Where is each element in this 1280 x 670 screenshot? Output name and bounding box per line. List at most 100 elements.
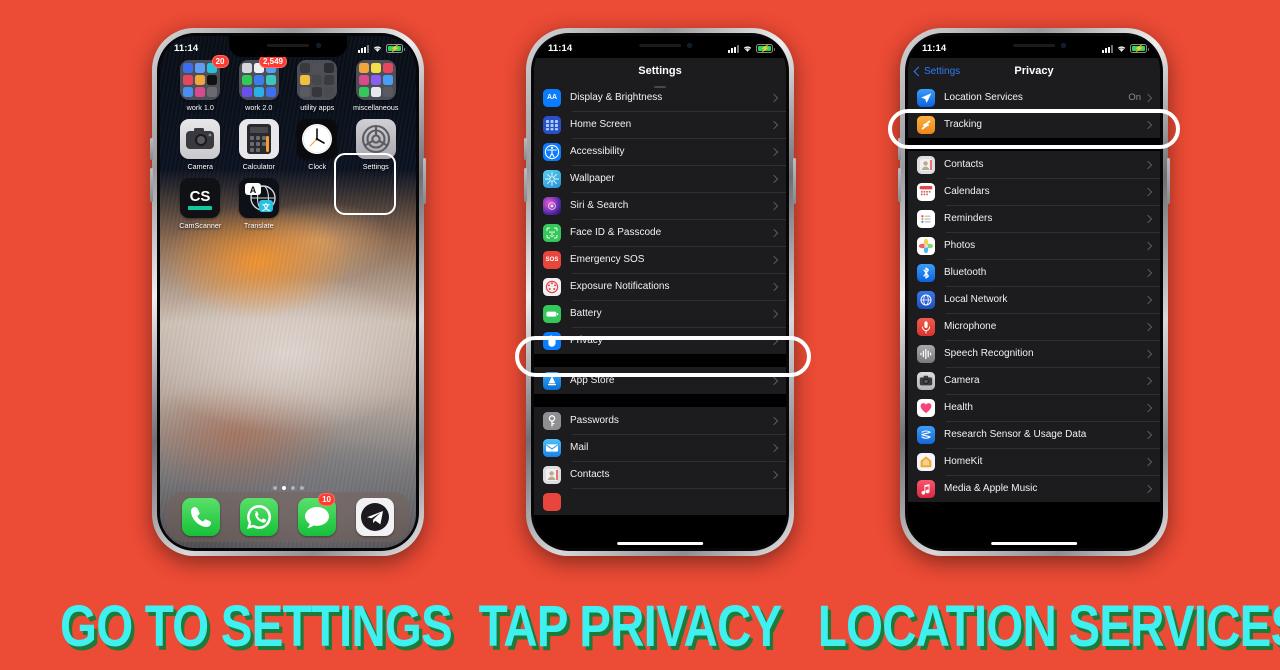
- row-label: Home Screen: [570, 119, 632, 130]
- settings-row-exposure-notifications[interactable]: Exposure Notifications: [534, 273, 786, 300]
- contacts-icon: [917, 155, 935, 174]
- privacy-row-speech-recognition[interactable]: Speech Recognition: [908, 340, 1160, 367]
- volume-up-button[interactable]: [150, 138, 153, 160]
- settings-row-partial[interactable]: [534, 488, 786, 515]
- chevron-right-icon: [769, 228, 779, 237]
- mail-icon: [543, 438, 561, 457]
- svg-text:CS: CS: [190, 188, 211, 205]
- volume-down-button[interactable]: [524, 168, 527, 202]
- app-settings[interactable]: Settings: [347, 119, 406, 171]
- settings-row-battery[interactable]: Battery: [534, 300, 786, 327]
- svg-text:文: 文: [262, 202, 271, 212]
- accessibility-icon: [543, 142, 561, 161]
- privacy-group-2: Contacts Calendars Reminders Photos Blue…: [908, 151, 1160, 502]
- app-translate[interactable]: A文 Translate: [230, 178, 289, 230]
- volume-down-button[interactable]: [898, 168, 901, 202]
- volume-up-button[interactable]: [898, 138, 901, 160]
- earpiece-speaker: [639, 44, 681, 47]
- power-button[interactable]: [423, 158, 426, 204]
- app-camera[interactable]: Camera: [171, 119, 230, 171]
- privacy-row-photos[interactable]: Photos: [908, 232, 1160, 259]
- poster-canvas: 11:14 ⚡ 20 work 1.0 2,549 work 2.0 utili…: [0, 0, 1280, 670]
- row-label: Exposure Notifications: [570, 281, 670, 292]
- power-button[interactable]: [793, 158, 796, 204]
- chevron-right-icon: [769, 470, 779, 479]
- row-label: Speech Recognition: [944, 348, 1034, 359]
- app-work-1-0[interactable]: 20 work 1.0: [171, 55, 230, 112]
- front-camera: [1061, 43, 1067, 48]
- dock-app-whatsapp[interactable]: [240, 498, 278, 536]
- status-time: 11:14: [548, 43, 573, 54]
- chevron-right-icon: [1143, 484, 1153, 493]
- settings-row-mail[interactable]: Mail: [534, 434, 786, 461]
- app-calculator[interactable]: Calculator: [230, 119, 289, 171]
- calendar-icon: [917, 182, 935, 201]
- settings-row-wallpaper[interactable]: Wallpaper: [534, 165, 786, 192]
- privacy-row-bluetooth[interactable]: Bluetooth: [908, 259, 1160, 286]
- app-miscellaneous[interactable]: miscellaneous: [347, 60, 406, 112]
- app-label: Calculator: [242, 162, 275, 171]
- chevron-right-icon: [769, 282, 779, 291]
- face-id-icon: [543, 223, 561, 242]
- privacy-row-camera[interactable]: Camera: [908, 367, 1160, 394]
- back-button[interactable]: Settings: [913, 66, 960, 77]
- app-camscanner[interactable]: CS CamScanner: [171, 178, 230, 230]
- dock-app-telegram[interactable]: [356, 498, 394, 536]
- privacy-row-microphone[interactable]: Microphone: [908, 313, 1160, 340]
- privacy-row-research-sensor-usage-data[interactable]: Research Sensor & Usage Data: [908, 421, 1160, 448]
- settings-row-contacts[interactable]: Contacts: [534, 461, 786, 488]
- signal-bars-icon: [358, 44, 369, 53]
- volume-up-button[interactable]: [524, 138, 527, 160]
- row-label: Calendars: [944, 186, 990, 197]
- power-button[interactable]: [1167, 158, 1170, 204]
- settings-row-privacy[interactable]: Privacy: [534, 327, 786, 354]
- row-label: Wallpaper: [570, 173, 615, 184]
- app-work-2-0[interactable]: 2,549 work 2.0: [230, 55, 289, 112]
- privacy-row-contacts[interactable]: Contacts: [908, 151, 1160, 178]
- privacy-row-tracking[interactable]: Tracking: [908, 111, 1160, 138]
- row-label: Emergency SOS: [570, 254, 645, 265]
- settings-list[interactable]: AA Display & Brightness Home Screen Acce…: [534, 84, 786, 548]
- chevron-right-icon: [1143, 241, 1153, 250]
- privacy-row-health[interactable]: Health: [908, 394, 1160, 421]
- volume-down-button[interactable]: [150, 168, 153, 202]
- settings-row-accessibility[interactable]: Accessibility: [534, 138, 786, 165]
- phone-3-screen: 11:14 ⚡ Settings Privacy Location Servic…: [908, 36, 1160, 548]
- privacy-row-media-apple-music[interactable]: Media & Apple Music: [908, 475, 1160, 502]
- signal-bars-icon: [728, 44, 739, 53]
- settings-row-passwords[interactable]: Passwords: [534, 407, 786, 434]
- settings-row-app-store[interactable]: App Store: [534, 367, 786, 394]
- settings-gear-icon: [355, 119, 396, 159]
- page-title: Settings: [638, 65, 682, 77]
- status-time: 11:14: [174, 43, 199, 54]
- settings-row-emergency-sos[interactable]: SOS Emergency SOS: [534, 246, 786, 273]
- app-label: Clock: [308, 162, 327, 171]
- settings-row-face-id-passcode[interactable]: Face ID & Passcode: [534, 219, 786, 246]
- phone-3-privacy: 11:14 ⚡ Settings Privacy Location Servic…: [898, 28, 1170, 556]
- notch: [976, 36, 1092, 57]
- settings-row-siri-search[interactable]: Siri & Search: [534, 192, 786, 219]
- signal-bars-icon: [1102, 44, 1113, 53]
- privacy-row-homekit[interactable]: HomeKit: [908, 448, 1160, 475]
- settings-row-display-brightness[interactable]: AA Display & Brightness: [534, 84, 786, 111]
- privacy-list[interactable]: Location Services On Tracking Contacts C…: [908, 84, 1160, 548]
- home-indicator[interactable]: [617, 542, 703, 545]
- app-clock[interactable]: Clock: [288, 119, 347, 171]
- dock-app-phone[interactable]: [182, 498, 220, 536]
- privacy-row-reminders[interactable]: Reminders: [908, 205, 1160, 232]
- privacy-row-calendars[interactable]: Calendars: [908, 178, 1160, 205]
- row-label: Health: [944, 402, 973, 413]
- front-camera: [315, 43, 321, 48]
- settings-row-home-screen[interactable]: Home Screen: [534, 111, 786, 138]
- row-label: Passwords: [570, 415, 619, 426]
- row-label: Accessibility: [570, 146, 625, 157]
- home-indicator[interactable]: [991, 542, 1077, 545]
- privacy-row-location-services[interactable]: Location Services On: [908, 84, 1160, 111]
- app-utility-apps[interactable]: utility apps: [288, 60, 347, 112]
- wifi-icon: [372, 44, 383, 53]
- section-gap: [534, 354, 786, 367]
- dock-app-messages[interactable]: 10: [298, 493, 336, 536]
- reminders-icon: [917, 209, 935, 228]
- page-indicator-dots[interactable]: [160, 486, 416, 490]
- privacy-row-local-network[interactable]: Local Network: [908, 286, 1160, 313]
